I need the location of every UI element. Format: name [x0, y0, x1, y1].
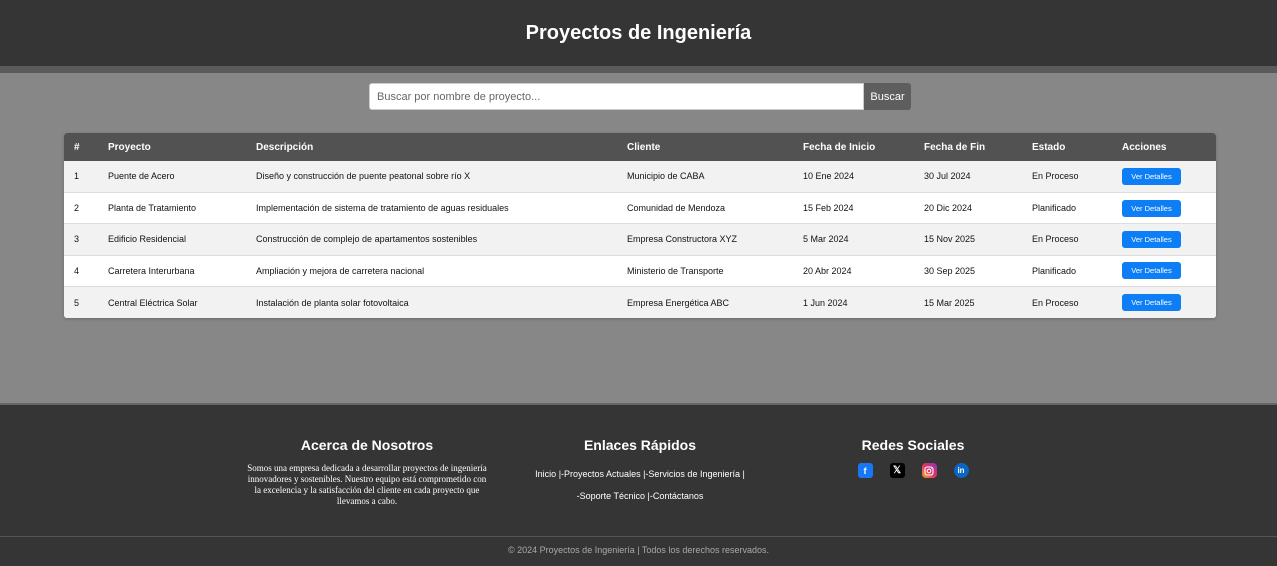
quick-links: Inicio |-Proyectos Actuales |-Servicios … — [535, 469, 745, 501]
link-contactanos[interactable]: Contáctanos — [653, 491, 704, 501]
cell-project: Carretera Interurbana — [108, 265, 195, 276]
cell-description: Implementación de sistema de tratamiento… — [256, 203, 509, 214]
cell-description: Instalación de planta solar fotovoltaica — [256, 297, 409, 308]
cell-status: Planificado — [1032, 265, 1077, 276]
cell-end-date: 20 Dic 2024 — [924, 203, 973, 214]
cell-status: En Proceso — [1032, 297, 1079, 308]
page-footer: Acerca de Nosotros Somos una empresa ded… — [0, 403, 1277, 566]
projects-table: # Proyecto Descripción Cliente Fecha de … — [64, 133, 1216, 318]
table-row: 1 Puente de Acero Diseño y construcción … — [64, 161, 1216, 193]
column-header-start-date: Fecha de Inicio — [803, 141, 876, 153]
view-details-button[interactable]: Ver Detalles — [1122, 262, 1181, 280]
instagram-icon[interactable] — [921, 463, 937, 478]
table-row: 5 Central Eléctrica Solar Instalación de… — [64, 286, 1216, 318]
cell-client: Comunidad de Mendoza — [627, 203, 726, 214]
footer-about-title: Acerca de Nosotros — [300, 437, 434, 453]
cell-end-date: 15 Mar 2025 — [924, 297, 975, 308]
column-header-end-date: Fecha de Fin — [924, 141, 986, 153]
search-bar: Buscar — [369, 83, 911, 110]
cell-actions: Ver Detalles — [1112, 224, 1216, 255]
search-button[interactable]: Buscar — [864, 83, 911, 110]
cell-end-date: 30 Jul 2024 — [924, 171, 971, 182]
cell-description: Construcción de complejo de apartamentos… — [256, 234, 478, 245]
column-header-status: Estado — [1032, 141, 1066, 153]
footer-divider — [0, 536, 1277, 537]
cell-description: Diseño y construcción de puente peatonal… — [256, 171, 471, 182]
cell-client: Empresa Constructora XYZ — [627, 234, 738, 245]
cell-description: Ampliación y mejora de carretera naciona… — [256, 265, 425, 276]
cell-project: Puente de Acero — [108, 171, 175, 182]
table-header-row: # Proyecto Descripción Cliente Fecha de … — [64, 133, 1216, 161]
cell-status: Planificado — [1032, 203, 1077, 214]
cell-client: Ministerio de Transporte — [627, 265, 724, 276]
cell-start-date: 5 Mar 2024 — [803, 234, 849, 245]
cell-actions: Ver Detalles — [1112, 192, 1216, 223]
view-details-button[interactable]: Ver Detalles — [1122, 230, 1181, 248]
cell-client: Empresa Energética ABC — [627, 297, 730, 308]
cell-start-date: 10 Ene 2024 — [803, 171, 855, 182]
link-servicios[interactable]: Servicios de Ingeniería — [648, 469, 740, 479]
column-header-number: # — [74, 141, 80, 153]
cell-number: 3 — [74, 234, 80, 245]
cell-end-date: 15 Nov 2025 — [924, 234, 976, 245]
footer-about-section: Acerca de Nosotros Somos una empresa ded… — [246, 437, 488, 507]
column-header-project: Proyecto — [108, 141, 151, 153]
view-details-button[interactable]: Ver Detalles — [1122, 294, 1181, 311]
view-details-button[interactable]: Ver Detalles — [1122, 167, 1181, 185]
cell-start-date: 15 Feb 2024 — [803, 203, 854, 214]
page-title: Proyectos de Ingeniería — [525, 21, 752, 44]
cell-status: En Proceso — [1032, 234, 1079, 245]
cell-start-date: 20 Abr 2024 — [803, 265, 852, 276]
table-row: 3 Edificio Residencial Construcción de c… — [64, 223, 1216, 256]
cell-number: 4 — [74, 265, 80, 276]
cell-start-date: 1 Jun 2024 — [803, 297, 848, 308]
cell-actions: Ver Detalles — [1112, 255, 1216, 286]
column-header-client: Cliente — [627, 141, 661, 153]
x-icon[interactable]: 𝕏 — [889, 463, 905, 478]
link-soporte[interactable]: Soporte Técnico — [580, 491, 645, 501]
footer-links-title: Enlaces Rápidos — [583, 437, 697, 453]
social-icons: f 𝕏 in — [840, 463, 986, 478]
header-divider — [0, 66, 1277, 73]
cell-client: Municipio de CABA — [627, 171, 705, 182]
footer-links-section: Enlaces Rápidos Inicio |-Proyectos Actua… — [520, 437, 760, 507]
column-header-description: Descripción — [256, 141, 314, 153]
cell-project: Planta de Tratamiento — [108, 203, 197, 214]
cell-end-date: 30 Sep 2025 — [924, 265, 976, 276]
cell-status: En Proceso — [1032, 171, 1079, 182]
cell-actions: Ver Detalles — [1112, 161, 1216, 192]
cell-number: 1 — [74, 171, 80, 182]
footer-about-text: Somos una empresa dedicada a desarrollar… — [247, 463, 487, 506]
footer-social-title: Redes Sociales — [861, 437, 965, 453]
footer-social-section: Redes Sociales f 𝕏 in — [840, 437, 986, 478]
cell-number: 5 — [74, 297, 80, 308]
facebook-icon[interactable]: f — [857, 463, 873, 478]
page-header: Proyectos de Ingeniería — [0, 0, 1277, 66]
search-input[interactable] — [369, 83, 864, 110]
cell-project: Central Eléctrica Solar — [108, 297, 198, 308]
link-proyectos-actuales[interactable]: Proyectos Actuales — [564, 469, 641, 479]
cell-actions: Ver Detalles — [1112, 287, 1216, 318]
link-inicio[interactable]: Inicio — [535, 469, 556, 479]
view-details-button[interactable]: Ver Detalles — [1122, 199, 1181, 217]
cell-project: Edificio Residencial — [108, 234, 187, 245]
column-header-actions: Acciones — [1122, 141, 1167, 153]
cell-number: 2 — [74, 203, 80, 214]
table-row: 2 Planta de Tratamiento Implementación d… — [64, 192, 1216, 224]
linkedin-icon[interactable]: in — [953, 463, 969, 478]
copyright-text: © 2024 Proyectos de Ingeniería | Todos l… — [508, 545, 769, 555]
table-row: 4 Carretera Interurbana Ampliación y mej… — [64, 255, 1216, 287]
